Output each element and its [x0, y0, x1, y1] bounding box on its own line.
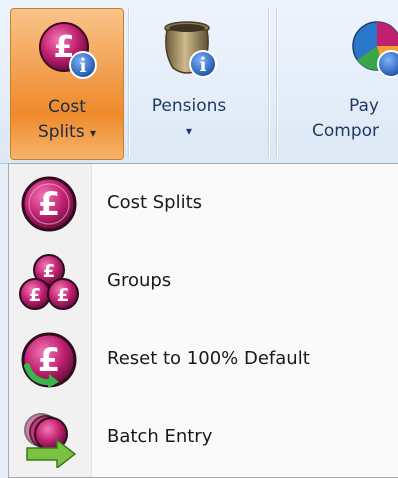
menu-item-label: Cost Splits [107, 192, 203, 213]
pay-components-label-line1: Pay [349, 96, 379, 116]
menu-item-label: Groups [107, 270, 172, 291]
menu-item-cost-splits[interactable]: £ Cost Splits [9, 166, 398, 242]
cost-splits-ribbon-button[interactable]: £ i Cost Splits ▾ [10, 8, 124, 160]
ribbon: £ i Cost Splits ▾ i Pensions ▾ Pay Compo… [0, 0, 398, 164]
pound-coin-icon: £ [21, 176, 77, 232]
pound-coins-group-icon: £ £ £ [19, 254, 79, 310]
ribbon-separator [268, 8, 269, 158]
svg-text:£: £ [43, 261, 56, 282]
menu-item-label: Batch Entry [107, 426, 213, 447]
chevron-down-icon: ▾ [89, 126, 96, 140]
cost-splits-label-line1: Cost [48, 97, 86, 117]
svg-text:£: £ [57, 285, 70, 306]
pensions-label: Pensions [151, 96, 227, 116]
pensions-ribbon-button[interactable]: i Pensions ▾ [133, 8, 245, 160]
svg-text:£: £ [29, 285, 42, 306]
pie-chart-info-icon [352, 21, 398, 78]
menu-item-groups[interactable]: £ £ £ Groups [9, 244, 398, 320]
pound-coin-reset-icon: £ [21, 332, 77, 388]
menu-item-reset-to-default[interactable]: £ Reset to 100% Default [9, 322, 398, 398]
cost-splits-dropdown-menu: £ Cost Splits £ £ £ Groups £ Reset to 10… [8, 163, 398, 478]
svg-text:£: £ [38, 185, 60, 223]
ribbon-separator [276, 8, 277, 158]
pay-components-ribbon-button[interactable]: Pay Compor [287, 8, 398, 160]
pound-coin-info-icon: £ i [39, 22, 97, 79]
svg-text:i: i [79, 55, 86, 77]
menu-item-label: Reset to 100% Default [107, 348, 310, 369]
menu-item-batch-entry[interactable]: Batch Entry [9, 400, 398, 476]
svg-text:£: £ [38, 341, 60, 379]
pound-coin-batch-icon [24, 413, 77, 468]
svg-text:i: i [199, 54, 206, 76]
ribbon-separator [128, 8, 129, 158]
cost-splits-label-line2: Splits [38, 122, 85, 142]
pay-components-label-line2: Compor [312, 121, 380, 141]
pension-pot-info-icon: i [164, 21, 217, 78]
chevron-down-icon: ▾ [185, 124, 193, 138]
